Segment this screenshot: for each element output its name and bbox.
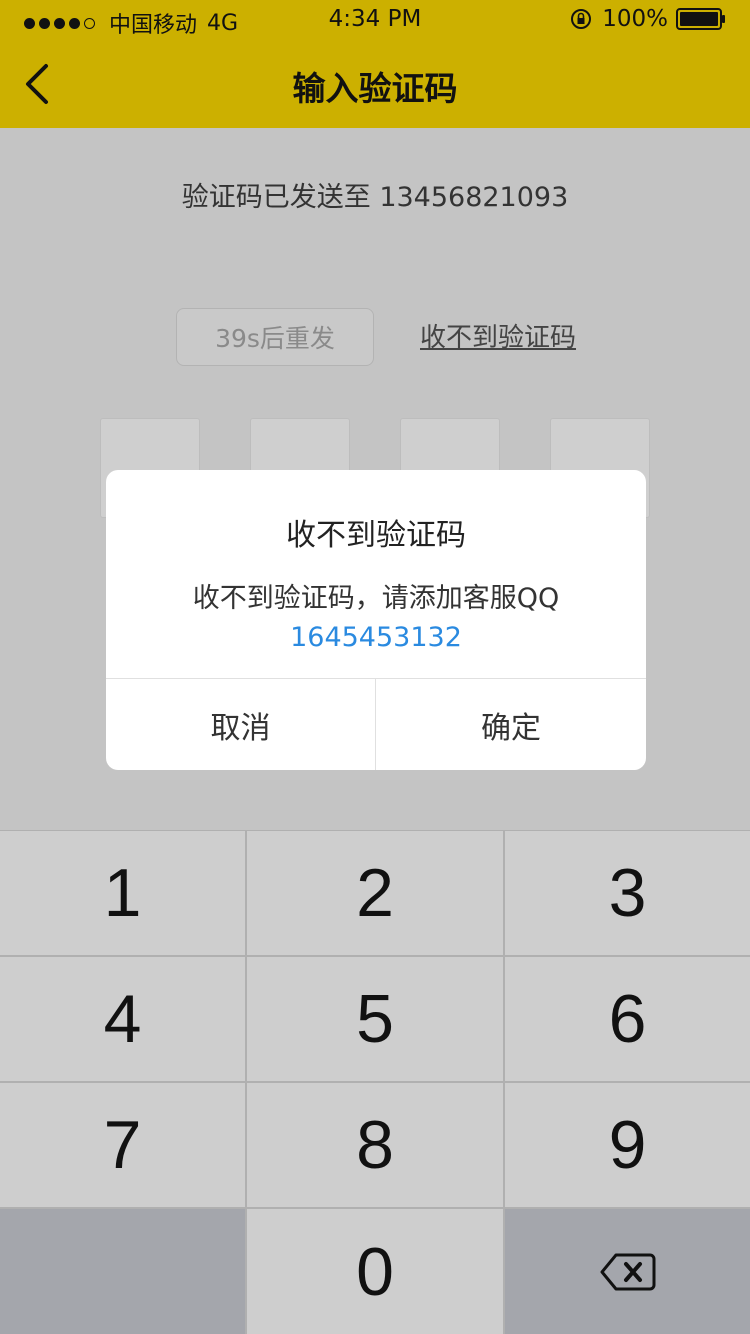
key-6[interactable]: 6: [505, 957, 750, 1081]
dialog-title: 收不到验证码: [286, 518, 466, 553]
header: 中国移动 4G 4:34 PM 100% 输入验证码: [0, 0, 750, 128]
battery-percent: 100%: [602, 6, 668, 32]
resend-button[interactable]: 39s后重发: [176, 308, 374, 366]
help-dialog: 收不到验证码 收不到验证码，请添加客服QQ 1645453132 取消 确定: [106, 470, 646, 770]
key-7[interactable]: 7: [0, 1083, 245, 1207]
key-blank: [0, 1209, 245, 1334]
key-2[interactable]: 2: [247, 831, 503, 955]
key-1[interactable]: 1: [0, 831, 245, 955]
key-5[interactable]: 5: [247, 957, 503, 1081]
nav-bar: 输入验证码: [0, 40, 750, 128]
key-0[interactable]: 0: [247, 1209, 503, 1334]
key-8[interactable]: 8: [247, 1083, 503, 1207]
backspace-icon: [600, 1253, 655, 1290]
dialog-qq-number[interactable]: 1645453132: [106, 622, 646, 653]
rotation-lock-icon: [571, 9, 592, 29]
cant-receive-link[interactable]: 收不到验证码: [420, 317, 576, 354]
key-4[interactable]: 4: [0, 957, 245, 1081]
numeric-keypad: 1 2 3 4 5 6 7 8 9 0: [0, 830, 750, 1334]
dialog-ok-button[interactable]: 确定: [376, 679, 646, 770]
page-title: 输入验证码: [292, 69, 458, 108]
delete-key[interactable]: [505, 1209, 750, 1334]
battery-icon: [676, 8, 725, 30]
code-sent-message: 验证码已发送至 13456821093: [0, 175, 750, 214]
phone-number: 13456821093: [379, 182, 569, 213]
dialog-cancel-button[interactable]: 取消: [106, 679, 376, 770]
dialog-message: 收不到验证码，请添加客服QQ: [192, 583, 560, 614]
key-9[interactable]: 9: [505, 1083, 750, 1207]
code-sent-prefix: 验证码已发送至: [181, 182, 371, 213]
status-right: 100%: [570, 6, 726, 32]
key-3[interactable]: 3: [505, 831, 750, 955]
status-bar: 中国移动 4G 4:34 PM 100%: [0, 0, 750, 40]
